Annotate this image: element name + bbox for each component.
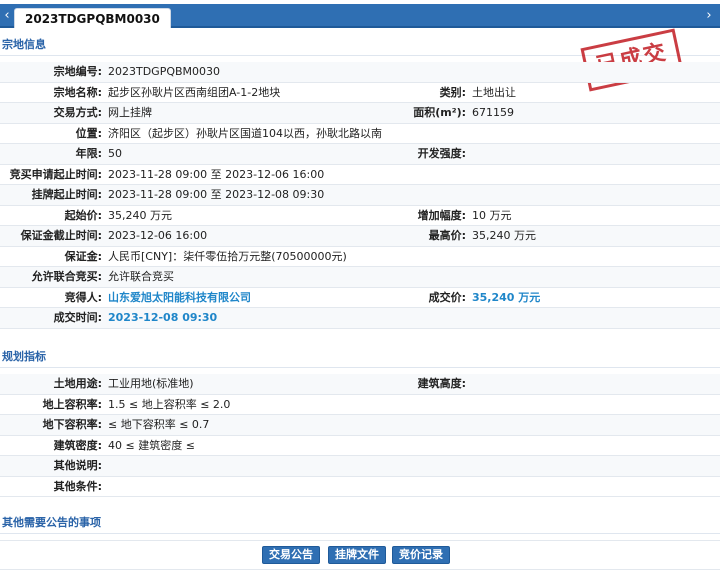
action-bar: 交易公告 挂牌文件 竞价记录 (0, 540, 720, 570)
field-value: 济阳区（起步区）孙耿片区国道104以西，孙耿北路以南 (108, 126, 382, 140)
field-value: 工业用地(标准地) (108, 377, 194, 390)
table-row: 竞得人: 山东爱旭太阳能科技有限公司 成交价: 35,240 万元 (0, 288, 720, 308)
planning-table: 土地用途: 工业用地(标准地) 建筑高度: 地上容积率: 1.5 ≤ 地上容积率 ≤ … (0, 374, 720, 497)
field-label: 竞得人: (64, 290, 102, 304)
scroll-left-icon[interactable]: ‹ (0, 8, 14, 24)
field-value: 50 (108, 147, 122, 160)
field-label: 地下容积率: (42, 418, 102, 431)
table-row: 起始价: 35,240 万元 增加幅度: 10 万元 (0, 206, 720, 226)
field-label: 面积(m²): (413, 106, 466, 119)
field-label: 交易方式: (53, 106, 102, 119)
table-row: 建筑密度: 40 ≤ 建筑密度 ≤ (0, 436, 720, 456)
section-title-other: 其他需要公告的事项 (0, 512, 720, 534)
field-label: 类别: (439, 85, 466, 99)
table-row: 地上容积率: 1.5 ≤ 地上容积率 ≤ 2.0 (0, 395, 720, 415)
field-label: 保证金截止时间: (20, 229, 102, 242)
table-row: 地下容积率: ≤ 地下容积率 ≤ 0.7 (0, 415, 720, 436)
bid-records-button[interactable]: 竞价记录 (392, 546, 450, 564)
field-label: 允许联合竞买: (31, 270, 102, 283)
field-label: 位置: (75, 126, 102, 140)
field-value: 2023-11-28 09:00 至 2023-12-06 16:00 (108, 167, 325, 181)
field-label: 成交价: (428, 290, 466, 304)
table-row: 位置: 济阳区（起步区）孙耿片区国道104以西，孙耿北路以南 (0, 124, 720, 144)
field-value: 人民币[CNY]：柒仟零伍拾万元整(70500000元) (108, 249, 347, 263)
field-value: 671159 (472, 106, 514, 119)
table-row: 其他条件: (0, 477, 720, 497)
field-value: 10 万元 (472, 208, 512, 222)
section-title-planning: 规划指标 (0, 346, 720, 368)
field-label: 开发强度: (417, 147, 466, 160)
announcement-button[interactable]: 交易公告 (262, 546, 320, 564)
field-value: 起步区孙耿片区西南组团A-1-2地块 (108, 85, 281, 99)
table-row: 保证金截止时间: 2023-12-06 16:00 最高价: 35,240 万元 (0, 226, 720, 247)
field-value: 1.5 ≤ 地上容积率 ≤ 2.0 (108, 397, 231, 411)
field-label: 起始价: (64, 208, 102, 222)
table-row: 允许联合竞买: 允许联合竞买 (0, 267, 720, 288)
table-row: 其他说明: (0, 456, 720, 477)
field-label: 增加幅度: (417, 208, 466, 222)
scroll-right-icon[interactable]: › (702, 8, 716, 24)
field-label: 年限: (75, 147, 102, 160)
field-label: 地上容积率: (42, 397, 102, 411)
field-value: 40 ≤ 建筑密度 ≤ (108, 438, 195, 452)
field-value: 土地出让 (472, 85, 516, 99)
table-row: 宗地名称: 起步区孙耿片区西南组团A-1-2地块 类别: 土地出让 (0, 83, 720, 103)
deal-price: 35,240 万元 (472, 290, 541, 304)
winning-bidder: 山东爱旭太阳能科技有限公司 (108, 290, 251, 304)
field-value: 2023TDGPQBM0030 (108, 65, 221, 78)
field-label: 竞买申请起止时间: (9, 167, 102, 181)
field-label: 宗地编号: (53, 65, 102, 78)
table-row: 成交时间: 2023-12-08 09:30 (0, 308, 720, 329)
field-label: 其他条件: (53, 479, 102, 493)
table-row: 保证金: 人民币[CNY]：柒仟零伍拾万元整(70500000元) (0, 247, 720, 267)
field-label: 建筑高度: (417, 377, 466, 390)
field-label: 最高价: (428, 229, 466, 242)
table-row: 挂牌起止时间: 2023-11-28 09:00 至 2023-12-08 09:… (0, 185, 720, 206)
table-row: 竞买申请起止时间: 2023-11-28 09:00 至 2023-12-06 1… (0, 165, 720, 185)
field-value: 35,240 万元 (108, 208, 172, 222)
field-label: 成交时间: (53, 311, 102, 324)
field-value: 允许联合竞买 (108, 270, 174, 283)
field-value: 网上挂牌 (108, 106, 152, 119)
field-label: 保证金: (64, 249, 102, 263)
parcel-info-table: 宗地编号: 2023TDGPQBM0030 宗地名称: 起步区孙耿片区西南组团A-1… (0, 62, 720, 329)
field-value: 2023-12-06 16:00 (108, 229, 208, 242)
field-value: 35,240 万元 (472, 229, 536, 242)
table-row: 宗地编号: 2023TDGPQBM0030 (0, 62, 720, 83)
listing-docs-button[interactable]: 挂牌文件 (328, 546, 386, 564)
field-value: ≤ 地下容积率 ≤ 0.7 (108, 418, 210, 431)
deal-time: 2023-12-08 09:30 (108, 311, 218, 324)
table-row: 土地用途: 工业用地(标准地) 建筑高度: (0, 374, 720, 395)
tab-bar: ‹ 2023TDGPQBM0030 › (0, 4, 720, 28)
field-value: 2023-11-28 09:00 至 2023-12-08 09:30 (108, 188, 325, 201)
field-label: 宗地名称: (53, 85, 102, 99)
field-label: 建筑密度: (53, 438, 102, 452)
table-row: 交易方式: 网上挂牌 面积(m²): 671159 (0, 103, 720, 124)
field-label: 其他说明: (53, 459, 102, 472)
field-label: 土地用途: (53, 377, 102, 390)
tab-parcel[interactable]: 2023TDGPQBM0030 (14, 8, 171, 28)
table-row: 年限: 50 开发强度: (0, 144, 720, 165)
field-label: 挂牌起止时间: (31, 188, 102, 201)
